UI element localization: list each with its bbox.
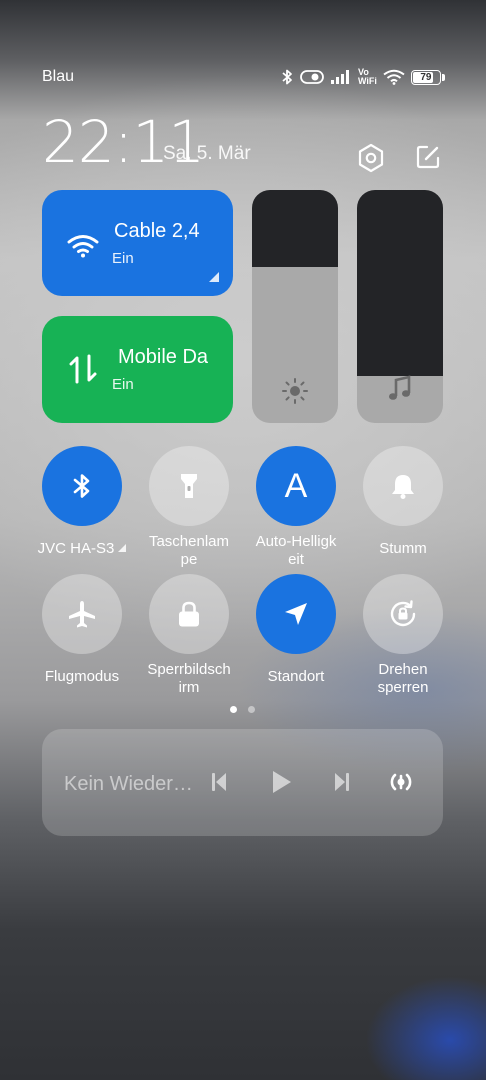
mobile-data-icon [68,352,102,386]
airplane-mode-toggle-label: Flugmodus [44,668,120,685]
wifi-icon [66,228,100,262]
brightness-slider-track [252,190,338,267]
bell-icon [392,475,414,499]
wifi-status: Ein [112,250,134,267]
clock-date: Sa, 5. Mär [163,143,251,164]
settings-button[interactable] [356,143,386,173]
rotation-lock-icon [390,600,416,627]
bluetooth-toggle[interactable] [42,446,122,526]
silent-toggle[interactable] [363,446,443,526]
airplane-mode-toggle[interactable] [42,574,122,654]
location-toggle-label: Standort [267,668,325,685]
volte-wifi-icon: Vo WiFi [358,68,377,86]
edit-button[interactable] [414,143,442,171]
battery-body: 79 [410,69,441,85]
airplane-icon [69,601,95,628]
volume-slider[interactable] [357,190,443,423]
rotation-lock-toggle-label: Drehen sperren [377,661,429,696]
rotation-lock-toggle[interactable] [363,574,443,654]
brightness-slider[interactable] [252,190,338,423]
auto-brightness-toggle[interactable]: A [256,446,336,526]
page-dot-inactive[interactable] [248,706,255,713]
clock-time: 22:11 [42,108,205,176]
mobile-data-title: Mobile Da [118,346,209,368]
battery-label: 79 [420,71,432,83]
flashlight-icon [181,474,197,498]
battery-icon: 79 [410,69,445,85]
media-title: Kein Wieder… [64,773,193,795]
wifi-network-name: Cable 2,4 [114,220,200,242]
wifi-status-icon [383,69,405,85]
previous-icon [212,773,226,791]
previous-button[interactable] [204,767,234,797]
play-icon [273,771,291,793]
cast-button[interactable] [386,767,416,797]
volte-line2: WiFi [358,76,377,86]
location-toggle[interactable] [256,574,336,654]
auto-brightness-toggle-label: Auto-Helligk eit [255,533,337,568]
flashlight-toggle[interactable] [149,446,229,526]
wifi-expand-corner[interactable] [209,272,219,282]
signal-icon [330,69,352,85]
lock-screen-toggle-label: Sperrbildsch irm [147,661,231,696]
mobile-data-tile[interactable]: Mobile Da Ein [42,316,233,423]
lock-icon [179,601,199,627]
volume-slider-track [357,190,443,376]
mobile-data-status: Ein [112,376,134,393]
edit-icon [416,145,440,169]
bluetooth-icon [73,474,90,498]
cast-icon [390,773,412,791]
lock-screen-toggle[interactable] [149,574,229,654]
bluetooth-toggle-label: JVC HA-S3 [27,540,137,558]
music-note-icon [357,375,443,403]
media-player[interactable]: Kein Wieder… [42,729,443,836]
flashlight-toggle-label: Taschenlam pe [148,533,230,568]
bluetooth-icon [280,68,294,86]
carrier-name: Blau [42,68,75,85]
next-icon [335,773,349,791]
location-arrow-icon [285,603,307,625]
bluetooth-expand-icon[interactable] [118,544,127,552]
letter-a-icon: A [284,466,308,505]
next-button[interactable] [327,767,357,797]
toggle-icon [300,69,324,85]
bluetooth-device-name: JVC HA-S3 [37,540,115,557]
battery-tip [441,73,445,81]
sun-icon [252,377,338,405]
silent-toggle-label: Stumm [379,540,427,557]
play-button[interactable] [266,767,296,797]
gear-hex-icon [358,143,384,173]
wifi-tile[interactable]: Cable 2,4 Ein [42,190,233,296]
status-icons: Vo WiFi 79 [280,66,445,88]
page-dot-active[interactable] [230,706,237,713]
